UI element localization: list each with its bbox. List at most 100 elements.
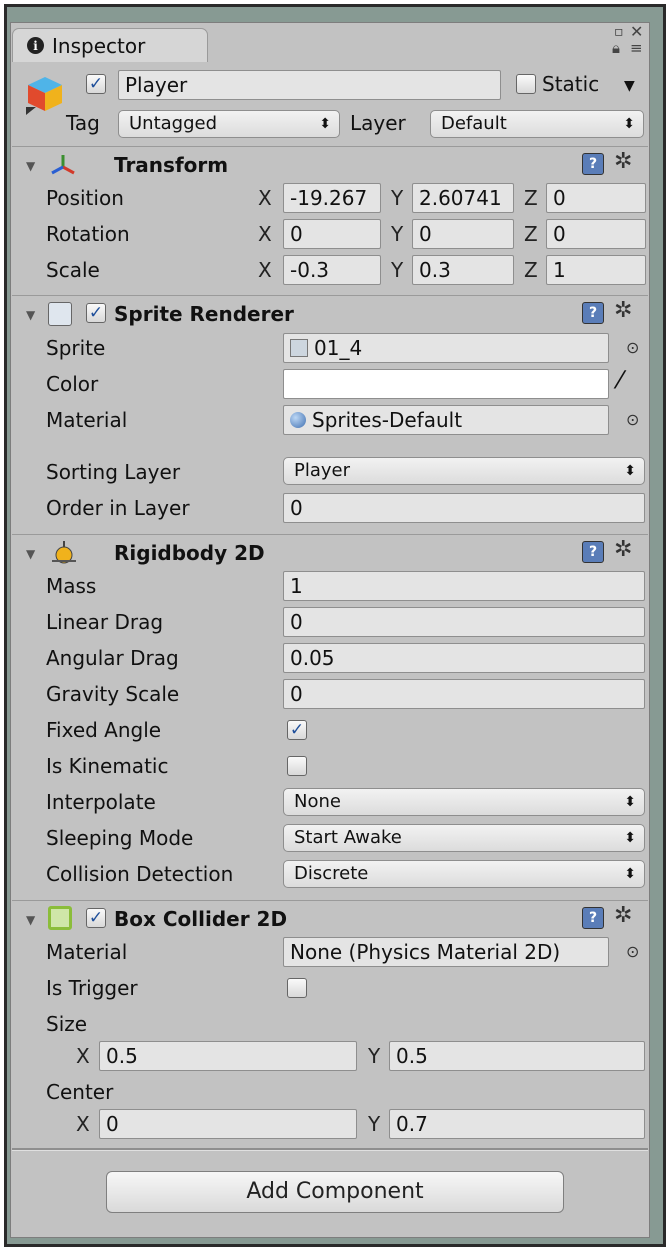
is-trigger-checkbox[interactable] <box>287 978 307 998</box>
gear-icon[interactable]: ✲ <box>614 149 632 174</box>
rotation-x-input[interactable]: 0 <box>283 219 381 249</box>
menu-icon[interactable]: ≡ <box>630 39 643 57</box>
tab-bar: i Inspector ▫ ✕ 🔒︎ ≡ <box>10 22 648 62</box>
scale-x-input[interactable]: -0.3 <box>283 255 381 285</box>
sprite-field[interactable]: 01_4 <box>283 333 609 363</box>
sleeping-mode-label: Sleeping Mode <box>46 826 194 850</box>
position-x-input[interactable]: -19.267 <box>283 183 381 213</box>
linear-drag-input[interactable]: 0 <box>283 607 645 637</box>
box-collider-enabled-checkbox[interactable]: ✓ <box>86 908 106 928</box>
layer-value: Default <box>441 113 507 134</box>
transform-header[interactable]: ▼ Transform ? ✲ <box>12 146 648 181</box>
gameobject-icon <box>24 73 66 115</box>
dropdown-arrow-icon: ⬍ <box>624 794 636 810</box>
foldout-arrow-icon[interactable]: ▼ <box>26 159 35 173</box>
gameobject-name-input[interactable]: Player <box>118 70 501 100</box>
object-picker-icon[interactable]: ⊙ <box>626 338 639 357</box>
gear-icon[interactable]: ✲ <box>614 537 632 562</box>
maximize-icon[interactable]: ▫ <box>614 24 624 40</box>
size-label: Size <box>46 1012 88 1036</box>
gameobject-active-checkbox[interactable]: ✓ <box>86 74 106 94</box>
collision-detection-dropdown[interactable]: Discrete ⬍ <box>283 860 645 888</box>
size-y-input[interactable]: 0.5 <box>389 1041 645 1071</box>
sleeping-mode-value: Start Awake <box>294 827 402 848</box>
scale-y-input[interactable]: 0.3 <box>412 255 514 285</box>
angular-drag-input[interactable]: 0.05 <box>283 643 645 673</box>
tab-inspector[interactable]: i Inspector <box>12 28 208 62</box>
help-icon[interactable]: ? <box>582 907 604 929</box>
transform-icon <box>51 155 75 175</box>
collider-material-field[interactable]: None (Physics Material 2D) <box>283 937 609 967</box>
position-label: Position <box>46 186 124 210</box>
sprite-value: 01_4 <box>314 336 363 360</box>
transform-title: Transform <box>114 153 229 177</box>
tab-inspector-label: Inspector <box>52 33 146 58</box>
size-x-input[interactable]: 0.5 <box>99 1041 357 1071</box>
help-icon[interactable]: ? <box>582 541 604 563</box>
color-label: Color <box>46 372 99 396</box>
axis-y-label: Y <box>391 186 404 210</box>
center-x-input[interactable]: 0 <box>99 1109 357 1139</box>
tag-dropdown[interactable]: Untagged ⬍ <box>118 110 340 138</box>
foldout-arrow-icon[interactable]: ▼ <box>26 547 35 561</box>
rotation-label: Rotation <box>46 222 130 246</box>
rigidbody2d-header[interactable]: ▼ Rigidbody 2D ? ✲ <box>12 534 648 569</box>
rigidbody2d-title: Rigidbody 2D <box>114 541 265 565</box>
dropdown-arrow-icon: ⬍ <box>623 116 635 132</box>
position-z-input[interactable]: 0 <box>546 183 646 213</box>
axis-z-label: Z <box>524 186 538 210</box>
interpolate-dropdown[interactable]: None ⬍ <box>283 788 645 816</box>
sprite-renderer-title: Sprite Renderer <box>114 302 294 326</box>
axis-x-label: X <box>258 186 272 210</box>
fixed-angle-checkbox[interactable]: ✓ <box>287 720 307 740</box>
scale-z-input[interactable]: 1 <box>546 255 646 285</box>
help-icon[interactable]: ? <box>582 302 604 324</box>
sprite-asset-icon <box>290 339 308 357</box>
foldout-arrow-icon[interactable]: ▼ <box>26 308 35 322</box>
gear-icon[interactable]: ✲ <box>614 903 632 928</box>
gear-icon[interactable]: ✲ <box>614 298 632 323</box>
position-y-input[interactable]: 2.60741 <box>412 183 514 213</box>
object-picker-icon[interactable]: ⊙ <box>626 942 639 961</box>
gravity-scale-input[interactable]: 0 <box>283 679 645 709</box>
angular-drag-label: Angular Drag <box>46 646 179 670</box>
box-collider2d-title: Box Collider 2D <box>114 907 288 931</box>
dropdown-arrow-icon: ⬍ <box>319 116 331 132</box>
rotation-z-input[interactable]: 0 <box>546 219 646 249</box>
material-value: Sprites-Default <box>312 408 463 432</box>
rotation-y-input[interactable]: 0 <box>412 219 514 249</box>
scale-label: Scale <box>46 258 100 282</box>
tag-value: Untagged <box>129 113 218 134</box>
add-component-button[interactable]: Add Component <box>106 1171 564 1213</box>
sprite-renderer-enabled-checkbox[interactable]: ✓ <box>86 303 106 323</box>
static-dropdown-icon[interactable]: ▼ <box>624 71 635 101</box>
sprite-renderer-icon <box>48 302 72 326</box>
eyedropper-icon[interactable]: ⁄ <box>618 366 622 394</box>
interpolate-value: None <box>294 791 341 812</box>
tag-label: Tag <box>66 111 100 135</box>
layer-dropdown[interactable]: Default ⬍ <box>430 110 644 138</box>
center-y-input[interactable]: 0.7 <box>389 1109 645 1139</box>
box-collider2d-header[interactable]: ▼ ✓ Box Collider 2D ? ✲ <box>12 900 648 935</box>
help-icon[interactable]: ? <box>582 153 604 175</box>
sprite-renderer-header[interactable]: ▼ ✓ Sprite Renderer ? ✲ <box>12 295 648 330</box>
material-field[interactable]: Sprites-Default <box>283 405 609 435</box>
axis-x-label: X <box>76 1044 90 1068</box>
is-kinematic-label: Is Kinematic <box>46 754 169 778</box>
color-swatch[interactable] <box>283 369 609 399</box>
sorting-layer-dropdown[interactable]: Player ⬍ <box>283 457 645 485</box>
center-label: Center <box>46 1080 114 1104</box>
info-icon: i <box>27 37 44 54</box>
components-divider <box>12 1148 648 1151</box>
object-picker-icon[interactable]: ⊙ <box>626 410 639 429</box>
axis-y-label: Y <box>391 222 404 246</box>
sleeping-mode-dropdown[interactable]: Start Awake ⬍ <box>283 824 645 852</box>
foldout-arrow-icon[interactable]: ▼ <box>26 913 35 927</box>
static-checkbox[interactable] <box>516 74 536 94</box>
mass-input[interactable]: 1 <box>283 571 645 601</box>
is-trigger-label: Is Trigger <box>46 976 138 1000</box>
is-kinematic-checkbox[interactable] <box>287 756 307 776</box>
lock-icon[interactable]: 🔒︎ <box>612 39 620 57</box>
order-in-layer-input[interactable]: 0 <box>283 493 645 523</box>
axis-z-label: Z <box>524 222 538 246</box>
